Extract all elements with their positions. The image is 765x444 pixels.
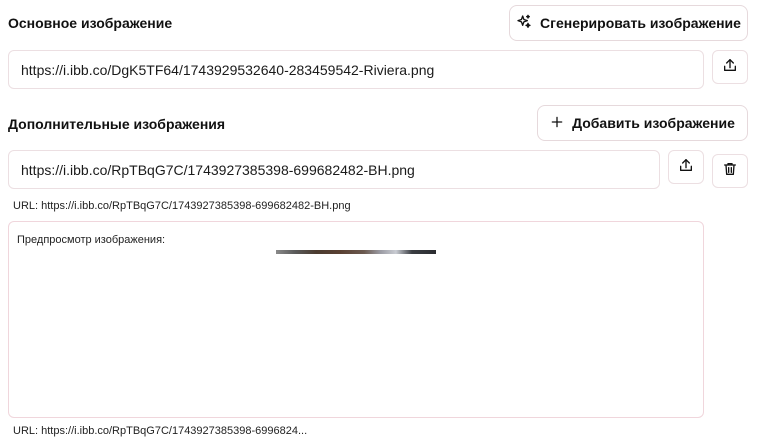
main-image-url-input[interactable]: https://i.ibb.co/DgK5TF64/1743929532640-… xyxy=(8,50,704,89)
image-preview-label: Предпросмотр изображения: xyxy=(17,234,166,246)
trash-icon xyxy=(722,161,738,182)
additional-image-url-input[interactable]: https://i.ibb.co/RpTBqG7C/1743927385398-… xyxy=(8,150,660,189)
additional-images-title: Дополнительные изображения xyxy=(8,116,226,132)
additional-image-upload-button[interactable] xyxy=(668,150,704,184)
preview-url-note: URL: https://i.ibb.co/RpTBqG7C/174392738… xyxy=(13,425,308,437)
add-image-label: Добавить изображение xyxy=(572,115,735,131)
sparkles-icon xyxy=(516,14,532,33)
main-image-url-value: https://i.ibb.co/DgK5TF64/1743929532640-… xyxy=(21,61,435,78)
generate-image-label: Сгенерировать изображение xyxy=(540,15,741,31)
upload-icon xyxy=(722,57,738,78)
main-image-title: Основное изображение xyxy=(8,15,173,31)
image-preview-thumbnail xyxy=(276,250,436,254)
additional-image-url-note: URL: https://i.ibb.co/RpTBqG7C/174392738… xyxy=(13,200,351,212)
generate-image-button[interactable]: Сгенерировать изображение xyxy=(509,5,748,41)
add-image-button[interactable]: Добавить изображение xyxy=(537,105,748,141)
upload-icon xyxy=(678,157,694,178)
plus-icon xyxy=(550,115,564,132)
additional-image-url-value: https://i.ibb.co/RpTBqG7C/1743927385398-… xyxy=(21,161,415,178)
main-image-upload-button[interactable] xyxy=(712,50,748,84)
delete-image-button[interactable] xyxy=(712,154,748,188)
image-preview-panel: Предпросмотр изображения: xyxy=(8,221,704,418)
